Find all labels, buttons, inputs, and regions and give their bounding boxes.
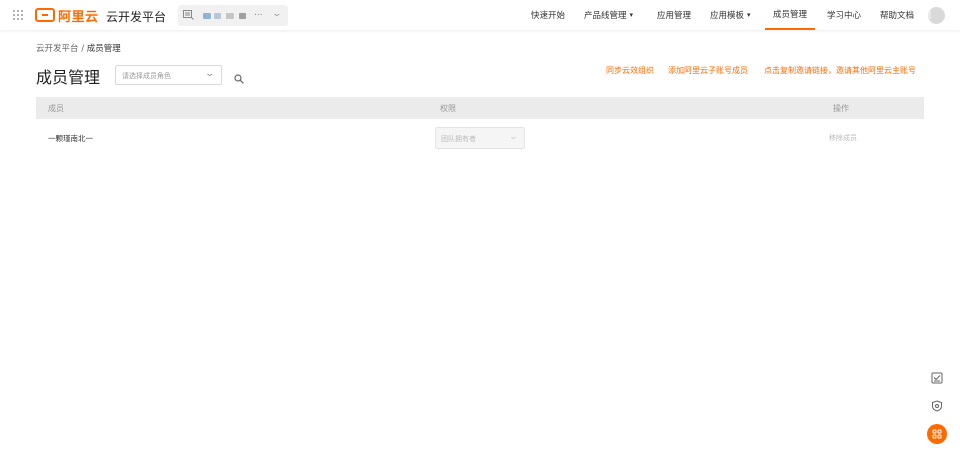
column-header-permission: 权限 xyxy=(440,104,456,113)
nav-quick-start[interactable]: 快速开始 xyxy=(531,0,565,30)
copy-invite-link[interactable]: 点击复制邀请链接，邀请其他阿里云主账号 xyxy=(764,65,916,76)
blurred-org-name xyxy=(239,13,246,19)
table-header: 成员 权限 操作 xyxy=(36,97,924,119)
breadcrumb-current: 成员管理 xyxy=(86,44,121,54)
organization-icon xyxy=(183,9,194,20)
aliyun-logo-mark-icon xyxy=(35,8,55,22)
search-icon[interactable] xyxy=(234,69,244,84)
apps-grid-icon xyxy=(932,429,942,439)
permission-select[interactable]: 团队拥有者 ⌄ xyxy=(435,127,525,149)
breadcrumb-parent-link[interactable]: 云开发平台 xyxy=(36,44,79,54)
column-header-member: 成员 xyxy=(48,104,64,113)
add-sub-account-link[interactable]: 添加阿里云子账号成员 xyxy=(668,65,748,76)
member-name: 一颗瑾南北一 xyxy=(48,134,93,143)
aliyun-logo-text: 阿里云 xyxy=(58,9,99,25)
nav-learning-center[interactable]: 学习中心 xyxy=(827,0,861,30)
nav-label: 帮助文档 xyxy=(880,11,915,21)
nav-label: 学习中心 xyxy=(827,11,862,21)
role-select-placeholder: 请选择成员角色 xyxy=(122,72,171,80)
chevron-down-icon: ▾ xyxy=(629,11,634,19)
table-row: 一颗瑾南北一 团队拥有者 ⌄ 移除成员 xyxy=(36,120,924,156)
role-select[interactable]: 请选择成员角色 ⌄ xyxy=(115,65,222,85)
nav-label: 成员管理 xyxy=(773,10,808,20)
nav-label: 应用管理 xyxy=(657,11,692,21)
nav-label: 应用模板 xyxy=(710,11,745,21)
blurred-org-name xyxy=(203,13,211,19)
page-title: 成员管理 xyxy=(36,68,101,87)
blurred-org-name xyxy=(226,13,234,19)
organization-selector[interactable]: ... ⌄ xyxy=(178,5,288,26)
permission-value: 团队拥有者 xyxy=(441,135,476,143)
chevron-down-icon: ⌄ xyxy=(204,69,216,79)
nav-app-templates[interactable]: 应用模板 ▾ xyxy=(710,0,751,30)
nav-app-management[interactable]: 应用管理 xyxy=(657,0,691,30)
app-menu-grid-icon[interactable] xyxy=(13,10,23,20)
nav-product-line[interactable]: 产品线管理 ▾ xyxy=(584,0,633,30)
apps-floating-button[interactable] xyxy=(927,424,947,444)
security-shield-icon[interactable] xyxy=(929,398,945,414)
nav-label: 快速开始 xyxy=(531,11,566,21)
chevron-down-icon: ⌄ xyxy=(271,9,283,19)
chevron-down-icon: ⌄ xyxy=(508,132,519,141)
platform-title[interactable]: 云开发平台 xyxy=(106,8,166,25)
chevron-down-icon: ▾ xyxy=(747,11,751,19)
nav-help-docs[interactable]: 帮助文档 xyxy=(880,0,914,30)
user-avatar[interactable] xyxy=(928,7,945,24)
blurred-org-name xyxy=(214,13,221,19)
nav-label: 产品线管理 xyxy=(584,11,627,21)
breadcrumb: 云开发平台 / 成员管理 xyxy=(36,42,121,54)
nav-member-management[interactable]: 成员管理 xyxy=(765,0,816,30)
sync-org-link[interactable]: 同步云效组织 xyxy=(606,65,654,76)
column-header-operation: 操作 xyxy=(833,104,849,113)
aliyun-logo[interactable]: 阿里云 xyxy=(35,7,99,25)
breadcrumb-separator: / xyxy=(81,44,85,54)
org-name-ellipsis: ... xyxy=(254,8,263,18)
top-navbar: 阿里云 云开发平台 ... ⌄ 快速开始 产品线管理 ▾ 应用管理 应用模板 ▾ 成… xyxy=(0,0,960,30)
remove-member-button[interactable]: 移除成员 xyxy=(829,133,857,143)
feedback-icon[interactable] xyxy=(929,370,945,386)
